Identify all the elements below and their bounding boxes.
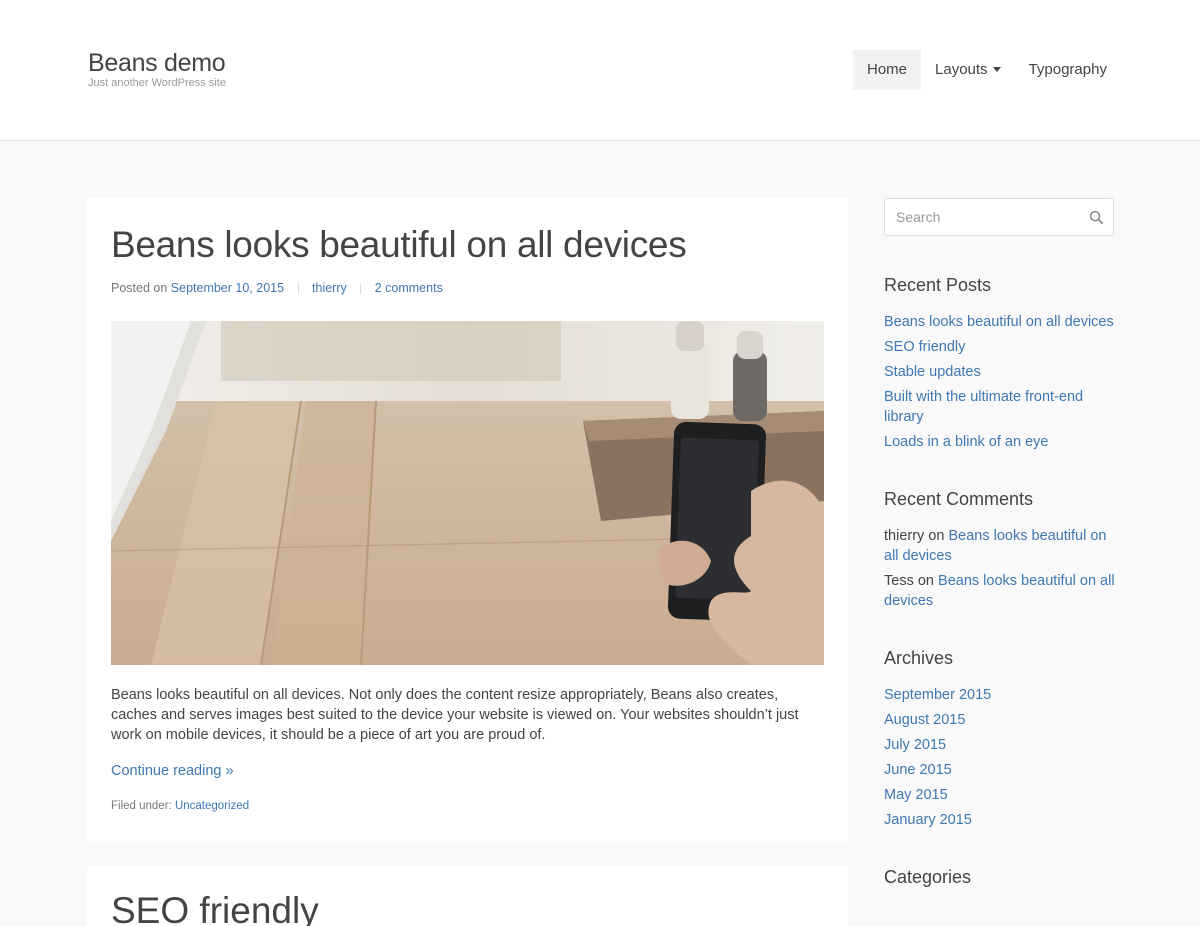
post-title[interactable]: SEO friendly xyxy=(111,890,319,926)
post-date-link[interactable]: September 10, 2015 xyxy=(171,281,284,295)
post-card: Beans looks beautiful on all devices Pos… xyxy=(87,198,848,841)
archive-link[interactable]: June 2015 xyxy=(884,762,952,778)
post-comments-link[interactable]: 2 comments xyxy=(375,281,443,295)
meta-divider xyxy=(297,283,299,295)
archive-link[interactable]: September 2015 xyxy=(884,687,991,703)
comment-on-label: on xyxy=(917,573,934,589)
nav-item-label: Layouts xyxy=(935,61,988,78)
caret-down-icon xyxy=(992,66,1001,72)
list-item: January 2015 xyxy=(884,810,1116,830)
nav-item-layouts[interactable]: Layouts xyxy=(921,50,1015,90)
archive-link[interactable]: July 2015 xyxy=(884,737,946,753)
recent-post-link[interactable]: Beans looks beautiful on all devices xyxy=(884,314,1114,330)
list-item: June 2015 xyxy=(884,760,1116,780)
nav-item-label: Typography xyxy=(1028,61,1107,78)
list-item: July 2015 xyxy=(884,735,1116,755)
nav-item-label: Home xyxy=(867,61,908,78)
comment-author: Tess xyxy=(884,573,914,589)
widget-title-archives: Archives xyxy=(884,648,954,668)
search-form xyxy=(884,198,1114,236)
archive-link[interactable]: May 2015 xyxy=(884,787,948,803)
recent-comments-list: thierry on Beans looks beautiful on all … xyxy=(884,526,1116,616)
search-icon[interactable] xyxy=(1089,210,1104,225)
site-header: Beans demo Just another WordPress site H… xyxy=(0,0,1200,141)
recent-posts-list: Beans looks beautiful on all devices SEO… xyxy=(884,312,1116,457)
list-item: Beans looks beautiful on all devices xyxy=(884,312,1116,332)
site-title[interactable]: Beans demo xyxy=(88,49,226,78)
recent-post-link[interactable]: SEO friendly xyxy=(884,339,965,355)
list-item: Loads in a blink of an eye xyxy=(884,432,1116,452)
list-item: Stable updates xyxy=(884,362,1116,382)
post-featured-image[interactable] xyxy=(111,321,824,665)
list-item: Tess on Beans looks beautiful on all dev… xyxy=(884,571,1116,611)
post-author-link[interactable]: thierry xyxy=(312,281,347,295)
list-item: thierry on Beans looks beautiful on all … xyxy=(884,526,1116,566)
nav-item-home[interactable]: Home xyxy=(853,50,922,90)
list-item: SEO friendly xyxy=(884,337,1116,357)
list-item: August 2015 xyxy=(884,710,1116,730)
list-item: September 2015 xyxy=(884,685,1116,705)
continue-reading-link[interactable]: Continue reading » xyxy=(111,763,234,779)
post-title[interactable]: Beans looks beautiful on all devices xyxy=(111,224,687,266)
meta-divider xyxy=(360,283,362,295)
search-input[interactable] xyxy=(885,199,1086,235)
comment-on-label: on xyxy=(928,528,945,544)
archives-list: September 2015 August 2015 July 2015 Jun… xyxy=(884,685,1116,835)
site-tagline: Just another WordPress site xyxy=(88,77,226,89)
recent-post-link[interactable]: Stable updates xyxy=(884,364,981,380)
category-link[interactable]: Uncategorized xyxy=(175,800,249,812)
post-meta: Posted on September 10, 2015 thierry 2 c… xyxy=(111,281,443,295)
posted-on-label: Posted on xyxy=(111,281,168,295)
archive-link[interactable]: August 2015 xyxy=(884,712,965,728)
widget-title-categories: Categories xyxy=(884,867,972,887)
nav-item-typography[interactable]: Typography xyxy=(1015,50,1121,90)
filed-under-label: Filed under: xyxy=(111,800,172,812)
recent-post-link[interactable]: Built with the ultimate front-end librar… xyxy=(884,389,1083,425)
post-card: SEO friendly xyxy=(87,866,848,926)
post-categories: Filed under: Uncategorized xyxy=(111,800,249,812)
widget-title-recent-posts: Recent Posts xyxy=(884,275,992,295)
list-item: Built with the ultimate front-end librar… xyxy=(884,387,1094,427)
recent-post-link[interactable]: Loads in a blink of an eye xyxy=(884,434,1048,450)
list-item: May 2015 xyxy=(884,785,1116,805)
comment-author: thierry xyxy=(884,528,925,544)
archive-link[interactable]: January 2015 xyxy=(884,812,972,828)
widget-title-recent-comments: Recent Comments xyxy=(884,489,1034,509)
main-nav: Home Layouts Typography xyxy=(853,50,1121,90)
post-excerpt: Beans looks beautiful on all devices. No… xyxy=(111,687,799,743)
